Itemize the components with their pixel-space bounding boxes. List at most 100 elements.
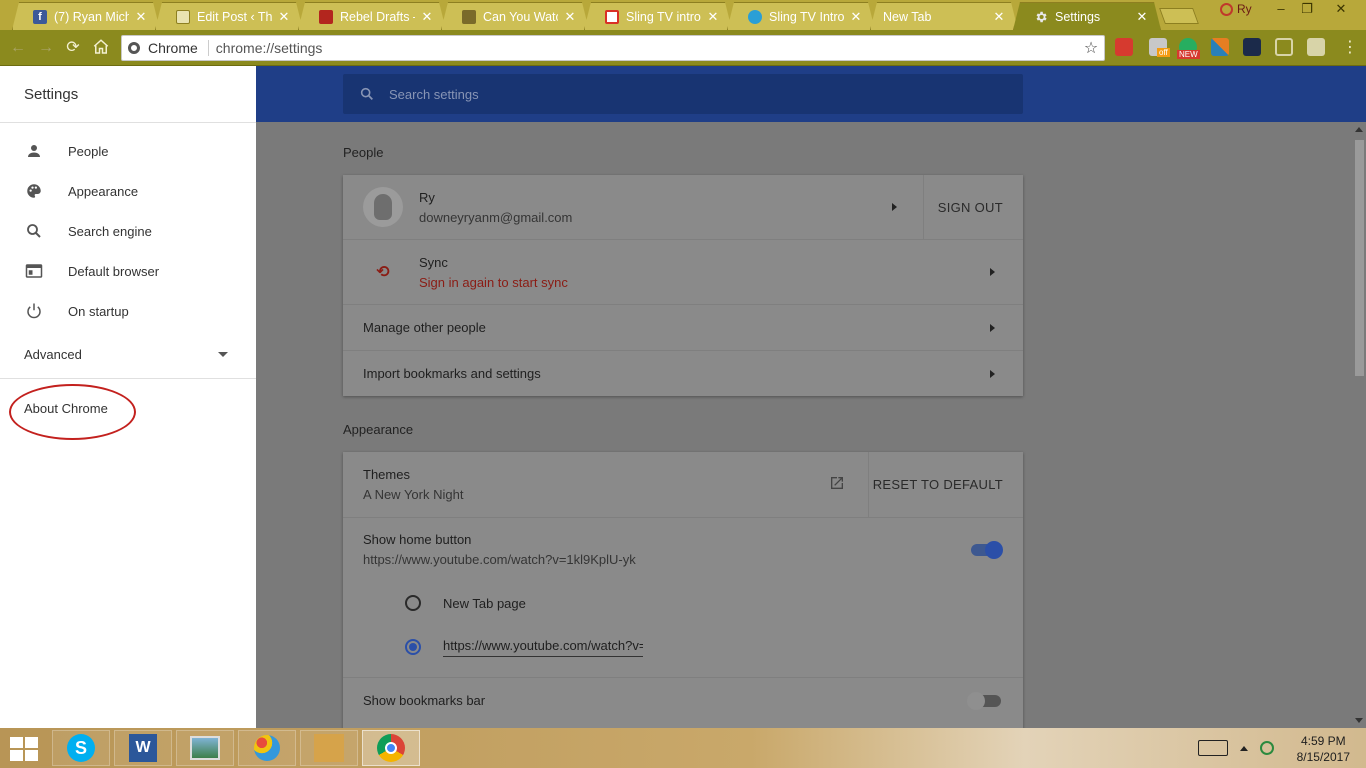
bookmarks-bar-row[interactable]: Show bookmarks bar xyxy=(343,677,1023,723)
sync-status: Sign in again to start sync xyxy=(419,274,568,290)
browser-tab-active[interactable]: Settings ✕ xyxy=(1013,2,1161,30)
bookmarks-bar-toggle[interactable] xyxy=(967,691,1001,710)
site-info-chip[interactable]: Chrome xyxy=(122,40,209,56)
close-icon[interactable]: ✕ xyxy=(707,9,719,25)
taskbar-word[interactable]: W xyxy=(114,730,172,766)
extension-red-icon[interactable] xyxy=(1115,38,1133,56)
reload-button[interactable]: ⟳ xyxy=(63,38,83,58)
cast-icon[interactable] xyxy=(1275,38,1293,56)
network-icon[interactable] xyxy=(1260,741,1274,755)
forward-button[interactable]: → xyxy=(36,38,56,58)
search-settings-field[interactable]: Search settings xyxy=(343,74,1023,114)
close-window-button[interactable]: ✕ xyxy=(1326,0,1356,20)
sync-row[interactable]: ⟲ Sync Sign in again to start sync xyxy=(343,239,1023,304)
manage-other-people-row[interactable]: Manage other people xyxy=(343,304,1023,350)
url-text[interactable]: chrome://settings xyxy=(209,40,1078,56)
browser-tab[interactable]: f (7) Ryan Michael ✕ xyxy=(12,2,160,30)
browser-tab[interactable]: New Tab ✕ xyxy=(870,2,1018,30)
close-icon[interactable]: ✕ xyxy=(278,9,290,25)
tab-title: Rebel Drafts – B xyxy=(340,9,410,24)
home-button-toggle[interactable] xyxy=(971,540,1003,559)
extension-gray-icon[interactable]: off xyxy=(1149,38,1170,57)
word-icon: W xyxy=(129,734,157,762)
start-button[interactable] xyxy=(10,737,40,761)
radio-new-tab-page[interactable]: New Tab page xyxy=(343,581,1023,625)
profile-button[interactable]: Ry xyxy=(1220,2,1252,16)
address-bar[interactable]: Chrome chrome://settings ☆ xyxy=(121,35,1105,61)
tab-strip: f (7) Ryan Michael ✕ Edit Post ‹ The S ✕… xyxy=(0,0,1366,30)
close-icon[interactable]: ✕ xyxy=(421,9,433,25)
browser-tab[interactable]: Sling TV introd ✕ xyxy=(584,2,732,30)
chevron-right-icon xyxy=(892,203,897,211)
close-icon[interactable]: ✕ xyxy=(850,9,862,25)
sidebar-item-default-browser[interactable]: Default browser xyxy=(0,251,256,291)
home-button-row[interactable]: Show home button https://www.youtube.com… xyxy=(343,517,1023,581)
close-icon[interactable]: ✕ xyxy=(993,9,1005,25)
browser-tab[interactable]: Can You Watch ✕ xyxy=(441,2,589,30)
people-card: Ry downeyryanm@gmail.com SIGN OUT ⟲ Sync… xyxy=(343,175,1023,396)
keyboard-icon[interactable] xyxy=(1198,740,1228,756)
taskbar-photos[interactable] xyxy=(176,730,234,766)
browser-tab[interactable]: Edit Post ‹ The S ✕ xyxy=(155,2,303,30)
close-icon[interactable]: ✕ xyxy=(564,9,576,25)
radio-new-tab-label: New Tab page xyxy=(443,595,526,611)
tab-title: New Tab xyxy=(883,9,932,24)
themes-row[interactable]: Themes A New York Night RESET TO DEFAULT xyxy=(343,452,1023,517)
close-icon[interactable]: ✕ xyxy=(1136,9,1148,25)
scroll-up-icon[interactable] xyxy=(1355,127,1363,132)
sidebar-item-people[interactable]: People xyxy=(0,131,256,171)
scrollbar[interactable] xyxy=(1352,122,1366,728)
extension-puzzle-icon[interactable] xyxy=(1307,38,1325,56)
settings-header-banner: Search settings xyxy=(256,66,1366,122)
new-tab-button[interactable] xyxy=(1159,8,1199,24)
paint-icon xyxy=(254,735,280,761)
chevron-down-icon xyxy=(218,352,228,357)
chevron-right-icon xyxy=(990,268,995,276)
import-bookmarks-row[interactable]: Import bookmarks and settings xyxy=(343,350,1023,396)
browser-tab[interactable]: Rebel Drafts – B ✕ xyxy=(298,2,446,30)
scroll-down-icon[interactable] xyxy=(1355,718,1363,723)
restore-button[interactable]: ❐ xyxy=(1292,0,1322,20)
extension-green-icon[interactable]: NEW xyxy=(1177,38,1200,59)
search-icon xyxy=(24,221,44,241)
scrollbar-thumb[interactable] xyxy=(1355,140,1364,376)
reset-to-default-button[interactable]: RESET TO DEFAULT xyxy=(873,477,1003,492)
taskbar-paint[interactable] xyxy=(238,730,296,766)
close-icon[interactable]: ✕ xyxy=(135,9,147,25)
extension-bookmark-icon[interactable] xyxy=(1243,38,1261,56)
extension-grid-icon[interactable] xyxy=(1211,38,1229,56)
sidebar-item-label: Default browser xyxy=(68,263,160,279)
custom-url-input[interactable]: https://www.youtube.com/watch?v=1kl9KplU… xyxy=(443,638,643,657)
sling-icon xyxy=(748,10,762,24)
sidebar-item-on-startup[interactable]: On startup xyxy=(0,291,256,331)
back-button[interactable]: ← xyxy=(8,38,28,58)
browser-tab[interactable]: Sling TV Introdu ✕ xyxy=(727,2,875,30)
theme-name: A New York Night xyxy=(363,487,464,502)
sidebar-advanced-toggle[interactable]: Advanced xyxy=(0,331,256,379)
sidebar-item-about-chrome[interactable]: About Chrome xyxy=(0,379,256,440)
sidebar-title: Settings xyxy=(0,66,256,123)
system-tray xyxy=(1198,728,1274,768)
tab-title: Can You Watch xyxy=(483,9,556,24)
page-icon xyxy=(176,10,190,24)
profile-error-icon xyxy=(1220,2,1233,16)
radio-custom-url[interactable]: https://www.youtube.com/watch?v=1kl9KplU… xyxy=(343,625,1023,669)
taskbar-skype[interactable]: S xyxy=(52,730,110,766)
radio-button-selected[interactable] xyxy=(405,639,421,655)
facebook-icon: f xyxy=(33,10,47,24)
radio-button[interactable] xyxy=(405,595,421,611)
sidebar-item-search-engine[interactable]: Search engine xyxy=(0,211,256,251)
account-row[interactable]: Ry downeyryanm@gmail.com SIGN OUT xyxy=(343,175,1023,239)
taskbar-clock[interactable]: 4:59 PM 8/15/2017 xyxy=(1297,733,1350,765)
taskbar-folder[interactable] xyxy=(300,730,358,766)
bookmark-star-icon[interactable]: ☆ xyxy=(1078,38,1104,58)
show-hidden-icons-icon[interactable] xyxy=(1240,745,1248,751)
open-in-new-icon[interactable] xyxy=(829,475,845,494)
sign-out-button[interactable]: SIGN OUT xyxy=(938,200,1003,215)
menu-button[interactable]: ⋮ xyxy=(1340,38,1360,58)
sidebar-item-appearance[interactable]: Appearance xyxy=(0,171,256,211)
taskbar-chrome[interactable] xyxy=(362,730,420,766)
tab-title: Edit Post ‹ The S xyxy=(197,9,272,24)
home-button[interactable] xyxy=(91,38,111,58)
clock-time: 4:59 PM xyxy=(1300,734,1346,748)
